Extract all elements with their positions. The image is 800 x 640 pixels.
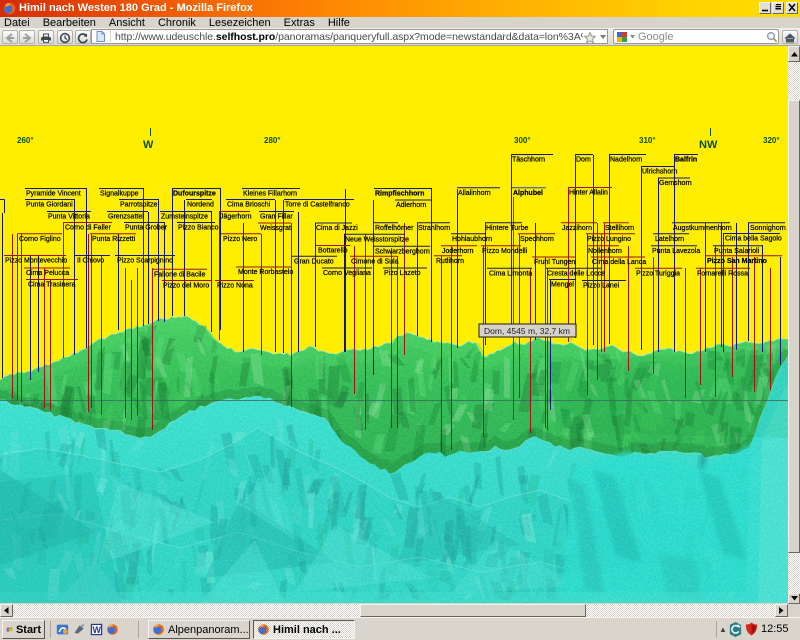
svg-text:Pizo Lazeto: Pizo Lazeto xyxy=(384,270,421,277)
svg-text:Allalinhorn: Allalinhorn xyxy=(458,190,491,197)
svg-text:Cimone di Sula: Cimone di Sula xyxy=(351,259,399,266)
svg-text:Punta Rizzetti: Punta Rizzetti xyxy=(92,236,136,243)
svg-text:Joderhorn: Joderhorn xyxy=(442,248,474,255)
svg-text:Corno di Faller: Corno di Faller xyxy=(65,225,112,232)
svg-text:Corno Figlino: Corno Figlino xyxy=(19,236,61,243)
svg-text:Adlerhorn: Adlerhorn xyxy=(396,202,426,209)
svg-text:Nordend: Nordend xyxy=(187,202,214,209)
svg-text:320°: 320° xyxy=(763,136,780,145)
svg-text:Pizzo Turiggia: Pizzo Turiggia xyxy=(636,271,680,278)
svg-text:Hintere Turbe: Hintere Turbe xyxy=(486,225,529,232)
svg-text:Jazzihorn: Jazzihorn xyxy=(562,225,592,232)
svg-text:Pyramide Vincent: Pyramide Vincent xyxy=(26,191,81,198)
svg-text:Punta Salarioli: Punta Salarioli xyxy=(714,248,760,255)
svg-text:W: W xyxy=(92,625,101,635)
svg-text:Weissgrat: Weissgrat xyxy=(260,225,291,232)
svg-text:Roffelhörner: Roffelhörner xyxy=(375,225,414,232)
svg-text:Kleines Fillarhorn: Kleines Fillarhorn xyxy=(243,191,297,198)
svg-text:Gran Fillar: Gran Fillar xyxy=(260,214,293,221)
svg-text:Signalkuppe: Signalkuppe xyxy=(100,191,139,198)
svg-text:Fornarelli Rossa: Fornarelli Rossa xyxy=(697,271,748,278)
svg-text:Nadelhorn: Nadelhorn xyxy=(610,157,642,164)
svg-text:Ulrichshorn: Ulrichshorn xyxy=(642,169,678,176)
svg-text:Zumsteinspitze: Zumsteinspitze xyxy=(161,214,208,221)
svg-text:Dom: Dom xyxy=(576,157,591,164)
svg-text:Pizzo Lungino: Pizzo Lungino xyxy=(587,236,631,243)
svg-text:Augstkummenhorn: Augstkummenhorn xyxy=(673,225,732,232)
svg-text:Cresta delle Locce: Cresta delle Locce xyxy=(547,271,605,278)
svg-text:Cima della Lanca: Cima della Lanca xyxy=(592,259,646,266)
svg-text:Cima bella Sagolo: Cima bella Sagolo xyxy=(725,236,782,243)
svg-text:Pizzo Scarpignino: Pizzo Scarpignino xyxy=(117,258,173,265)
svg-text:Hinter Allalin: Hinter Allalin xyxy=(569,190,608,197)
svg-text:Sonnighorn: Sonnighorn xyxy=(750,225,786,232)
svg-text:Fallone di Bacile: Fallone di Bacile xyxy=(154,272,205,279)
svg-text:Punta Giordani: Punta Giordani xyxy=(26,202,73,209)
svg-text:Cima Pelucca: Cima Pelucca xyxy=(26,270,69,277)
svg-text:Il Chiovo: Il Chiovo xyxy=(77,258,104,265)
svg-text:Torre di Castelfranco: Torre di Castelfranco xyxy=(285,202,350,209)
svg-text:Grenzsattel: Grenzsattel xyxy=(108,214,144,221)
svg-text:Cima Trasinera: Cima Trasinera xyxy=(28,282,76,289)
svg-text:Gran Ducato: Gran Ducato xyxy=(294,259,334,266)
svg-text:Pizzo del Moro: Pizzo del Moro xyxy=(163,283,209,290)
svg-text:Rutlihorn: Rutlihorn xyxy=(436,258,464,265)
svg-text:Parrotspitze: Parrotspitze xyxy=(120,202,157,209)
svg-text:Pizzo San Martino: Pizzo San Martino xyxy=(707,258,767,265)
svg-text:W: W xyxy=(143,139,154,151)
svg-text:Punta Vittoria: Punta Vittoria xyxy=(48,214,90,221)
svg-text:Fruhl Tungen: Fruhl Tungen xyxy=(534,259,575,266)
svg-text:Nollenhorn: Nollenhorn xyxy=(588,248,622,255)
svg-text:Täschhorn: Täschhorn xyxy=(512,157,545,164)
svg-text:300°: 300° xyxy=(514,136,531,145)
svg-text:Pizzo Lanei: Pizzo Lanei xyxy=(583,283,620,290)
svg-text:Schwarzberghorn: Schwarzberghorn xyxy=(375,249,430,256)
svg-text:Corno Vegliana: Corno Vegliana xyxy=(323,270,371,277)
svg-text:Neue Weisstorspitze: Neue Weisstorspitze xyxy=(345,237,409,244)
svg-text:280°: 280° xyxy=(264,136,281,145)
svg-text:Mengel: Mengel xyxy=(551,282,574,289)
svg-text:Punta Grober: Punta Grober xyxy=(125,225,168,232)
svg-text:Stellihorn: Stellihorn xyxy=(605,225,634,232)
svg-text:Dom, 4545 m, 32,7 km: Dom, 4545 m, 32,7 km xyxy=(484,326,570,336)
svg-text:Dufourspitze: Dufourspitze xyxy=(173,191,216,198)
svg-text:Bottarello: Bottarello xyxy=(318,248,348,255)
svg-text:NW: NW xyxy=(699,139,718,151)
svg-text:Pizzo Montevecchio: Pizzo Montevecchio xyxy=(5,258,67,265)
svg-text:Monte Rorbastelo: Monte Rorbastelo xyxy=(238,269,293,276)
svg-text:Balfrin: Balfrin xyxy=(675,157,697,164)
svg-text:Cima Limonta: Cima Limonta xyxy=(489,271,532,278)
svg-text:Strahlhorn: Strahlhorn xyxy=(418,225,450,232)
svg-text:Pizzo Bianco: Pizzo Bianco xyxy=(178,225,219,232)
svg-text:Alphubel: Alphubel xyxy=(513,190,543,197)
svg-text:260°: 260° xyxy=(17,136,34,145)
svg-text:Punta Lavezola: Punta Lavezola xyxy=(652,248,700,255)
svg-text:Pizzo Nero: Pizzo Nero xyxy=(223,236,257,243)
svg-text:Cima Brioschi: Cima Brioschi xyxy=(227,202,271,209)
svg-text:Cima di Jazzi: Cima di Jazzi xyxy=(316,225,358,232)
svg-text:Pizzo Nona: Pizzo Nona xyxy=(217,283,253,290)
svg-text:Pizzo Mondelli: Pizzo Mondelli xyxy=(482,248,528,255)
svg-text:Gemshorn: Gemshorn xyxy=(659,180,692,187)
svg-text:Spechhorn: Spechhorn xyxy=(520,236,554,243)
svg-text:Hohlaubhorn: Hohlaubhorn xyxy=(452,236,492,243)
svg-text:Latelhorn: Latelhorn xyxy=(655,236,684,243)
svg-text:Rimpfischhorn: Rimpfischhorn xyxy=(375,191,424,198)
svg-text:310°: 310° xyxy=(639,136,656,145)
svg-text:Jägerhorn: Jägerhorn xyxy=(220,214,252,221)
